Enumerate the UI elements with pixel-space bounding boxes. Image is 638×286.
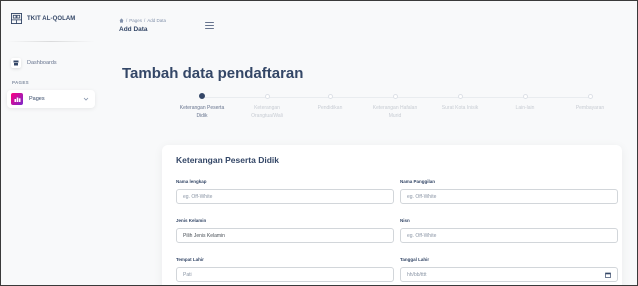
- field-label: Nama lengkap: [176, 179, 207, 184]
- field-nisn: Nisn eg. Off-White: [400, 218, 618, 243]
- breadcrumb: / Pages / Add Data: [119, 18, 166, 23]
- calendar-icon[interactable]: [605, 272, 611, 278]
- sidebar-item-label: Pages: [29, 96, 45, 102]
- page-title: Tambah data pendaftaran: [122, 65, 304, 82]
- step-dot: [522, 94, 528, 99]
- page-header-title: Add Data: [119, 26, 148, 33]
- step-dot: [327, 94, 333, 99]
- step-label: Surat Kota Inisik: [441, 105, 479, 111]
- building-icon: [11, 13, 22, 24]
- form-card: Keterangan Peserta Didik Nama lengkap eg…: [162, 145, 622, 286]
- sidebar-item-pages[interactable]: Pages: [7, 90, 95, 108]
- field-label: Tanggal Lahir: [400, 257, 430, 262]
- nama-lengkap-input[interactable]: eg. Off-White: [176, 189, 394, 204]
- step-label: Keterangan Orangtua/Wali: [251, 105, 283, 119]
- field-label: Nisn: [400, 218, 410, 223]
- chevron-down-icon: [83, 97, 89, 101]
- step-label: Keterangan Hafalan Murid: [372, 105, 418, 119]
- step-dot: [199, 93, 205, 99]
- field-tempat-lahir: Tempat Lahir Pati: [176, 257, 394, 282]
- field-label: Nama Panggilan: [400, 179, 436, 184]
- step-label: Pembayaran: [575, 105, 605, 111]
- field-nama-lengkap: Nama lengkap eg. Off-White: [176, 179, 394, 204]
- sidebar-item-label: Dashboards: [27, 60, 57, 66]
- tanggal-lahir-input[interactable]: hh/bb/tttt: [400, 267, 618, 282]
- step-label: Keterangan Peserta Didik: [179, 105, 225, 119]
- nisn-input[interactable]: eg. Off-White: [400, 228, 618, 243]
- step-surat-kota[interactable]: Surat Kota Inisik: [430, 94, 490, 112]
- card-title: Keterangan Peserta Didik: [176, 155, 279, 165]
- sidebar: TKIT AL-QOLAM Dashboards PAGES Pages: [1, 1, 101, 285]
- home-icon[interactable]: [119, 18, 124, 23]
- sidebar-section-label: PAGES: [12, 80, 29, 85]
- hamburger-icon[interactable]: [205, 22, 214, 30]
- field-jenis-kelamin: Jenis Kelamin Pilih Jenis Kelamin: [176, 218, 394, 243]
- step-keterangan-orangtua[interactable]: Keterangan Orangtua/Wali: [237, 94, 297, 120]
- shop-icon: [11, 58, 21, 68]
- nama-panggilan-input[interactable]: eg. Off-White: [400, 189, 618, 204]
- step-lain-lain[interactable]: Lain-lain: [495, 94, 555, 112]
- field-label: Tempat Lahir: [176, 257, 204, 262]
- chart-icon: [11, 93, 23, 105]
- field-nama-panggilan: Nama Panggilan eg. Off-White: [400, 179, 618, 204]
- breadcrumb-item-current: Add Data: [147, 18, 167, 23]
- step-keterangan-hafalan[interactable]: Keterangan Hafalan Murid: [365, 94, 425, 120]
- tempat-lahir-input[interactable]: Pati: [176, 267, 394, 282]
- sidebar-item-dashboards[interactable]: Dashboards: [7, 54, 95, 72]
- jenis-kelamin-select[interactable]: Pilih Jenis Kelamin: [176, 228, 394, 243]
- field-label: Jenis Kelamin: [176, 218, 207, 223]
- step-pembayaran[interactable]: Pembayaran: [560, 94, 620, 112]
- brand[interactable]: TKIT AL-QOLAM: [11, 13, 75, 24]
- step-pendidikan[interactable]: Pendidikan: [300, 94, 360, 112]
- step-label: Pendidikan: [317, 105, 343, 111]
- breadcrumb-item-pages[interactable]: Pages: [129, 18, 142, 23]
- breadcrumb-separator: /: [126, 18, 128, 23]
- step-keterangan-peserta-didik[interactable]: Keterangan Peserta Didik: [172, 93, 232, 120]
- step-dot: [392, 94, 398, 99]
- step-label: Lain-lain: [515, 105, 535, 111]
- form-stepper: Keterangan Peserta Didik Keterangan Orangt…: [160, 93, 620, 134]
- step-dot: [264, 94, 270, 99]
- step-dot: [457, 94, 463, 99]
- brand-name: TKIT AL-QOLAM: [27, 15, 76, 22]
- sidebar-divider: [7, 41, 95, 42]
- breadcrumb-separator: /: [144, 18, 146, 23]
- step-dot: [587, 94, 593, 99]
- field-tanggal-lahir: Tanggal Lahir hh/bb/tttt: [400, 257, 618, 282]
